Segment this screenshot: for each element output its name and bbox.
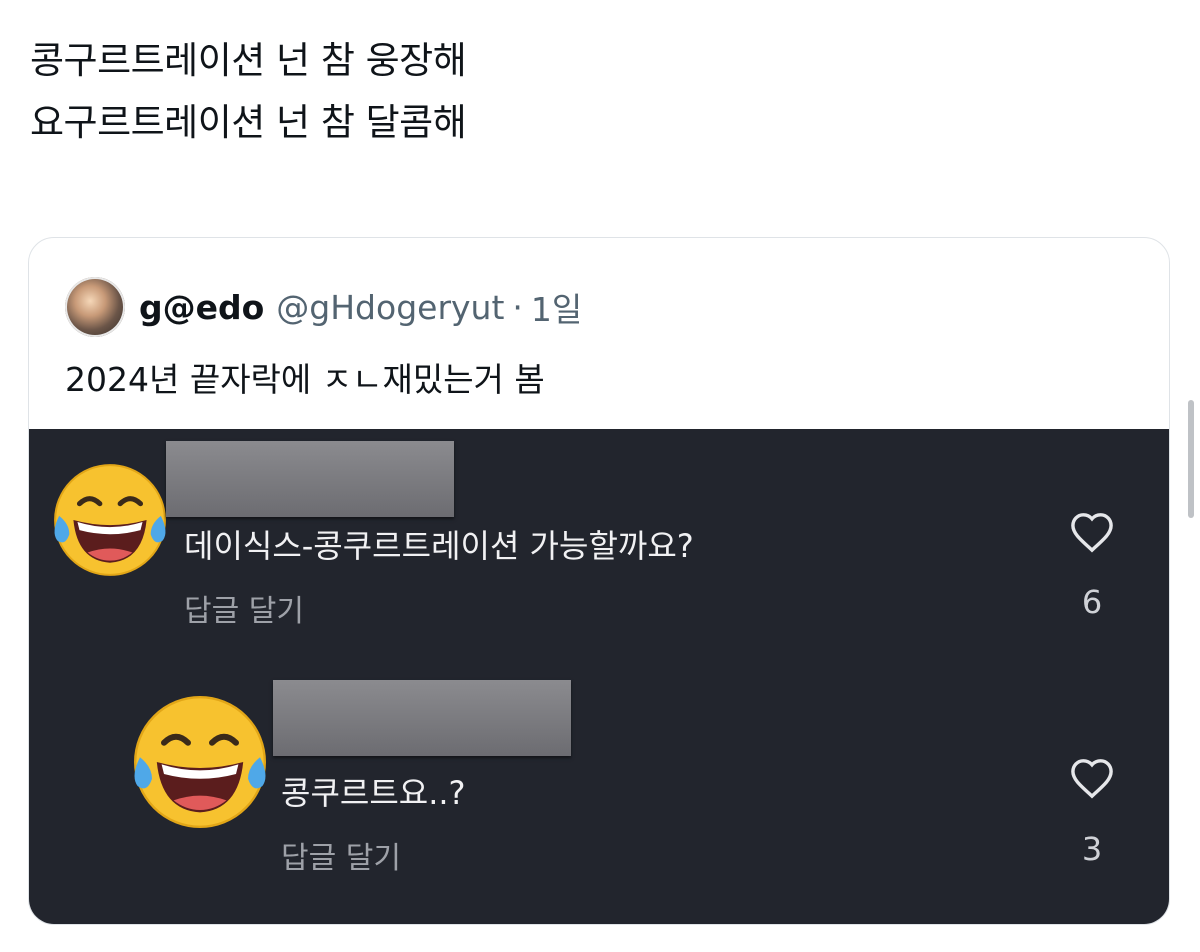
- post-time[interactable]: 1일: [531, 283, 582, 331]
- heart-icon[interactable]: [1069, 511, 1115, 553]
- avatar[interactable]: [65, 277, 125, 337]
- tweet-line-2: 요구르트레이션 넌 참 달콤해: [30, 101, 467, 144]
- separator-dot: ·: [512, 287, 523, 327]
- author-name[interactable]: g@edo: [139, 288, 264, 327]
- comment-1: 데이식스-콩쿠르트레이션 가능할까요? 답글 달기 6: [29, 429, 1169, 669]
- laughing-tears-emoji-icon: [54, 464, 166, 576]
- like-count: 6: [1081, 583, 1103, 621]
- scrollbar[interactable]: [1188, 400, 1194, 518]
- redacted-username: [273, 680, 571, 756]
- comment-text: 데이식스-콩쿠르트레이션 가능할까요?: [184, 527, 694, 565]
- laughing-tears-emoji-icon: [134, 696, 266, 828]
- reply-button[interactable]: 답글 달기: [184, 589, 304, 635]
- comment-2: 콩쿠르트요..? 답글 달기 3: [29, 669, 1169, 924]
- embedded-comment-screenshot: 데이식스-콩쿠르트레이션 가능할까요? 답글 달기 6 콩쿠르트요..? 답글 …: [29, 429, 1169, 924]
- like-count: 3: [1081, 830, 1103, 868]
- quoted-tweet-header: g@edo @gHdogeryut · 1일: [65, 275, 582, 339]
- heart-icon[interactable]: [1069, 757, 1115, 799]
- author-handle[interactable]: @gHdogeryut: [276, 288, 504, 327]
- reply-button[interactable]: 답글 달기: [281, 836, 401, 882]
- quoted-tweet-card[interactable]: g@edo @gHdogeryut · 1일 2024년 끝자락에 ㅈㄴ재밌는거…: [28, 237, 1170, 925]
- quoted-tweet-text: 2024년 끝자락에 ㅈㄴ재밌는거 봄: [65, 360, 545, 399]
- tweet-line-1: 콩구르트레이션 넌 참 웅장해: [30, 39, 467, 82]
- comment-text: 콩쿠르트요..?: [281, 774, 466, 812]
- redacted-username: [166, 441, 454, 517]
- tweet-text: 콩구르트레이션 넌 참 웅장해 요구르트레이션 넌 참 달콤해: [30, 30, 467, 154]
